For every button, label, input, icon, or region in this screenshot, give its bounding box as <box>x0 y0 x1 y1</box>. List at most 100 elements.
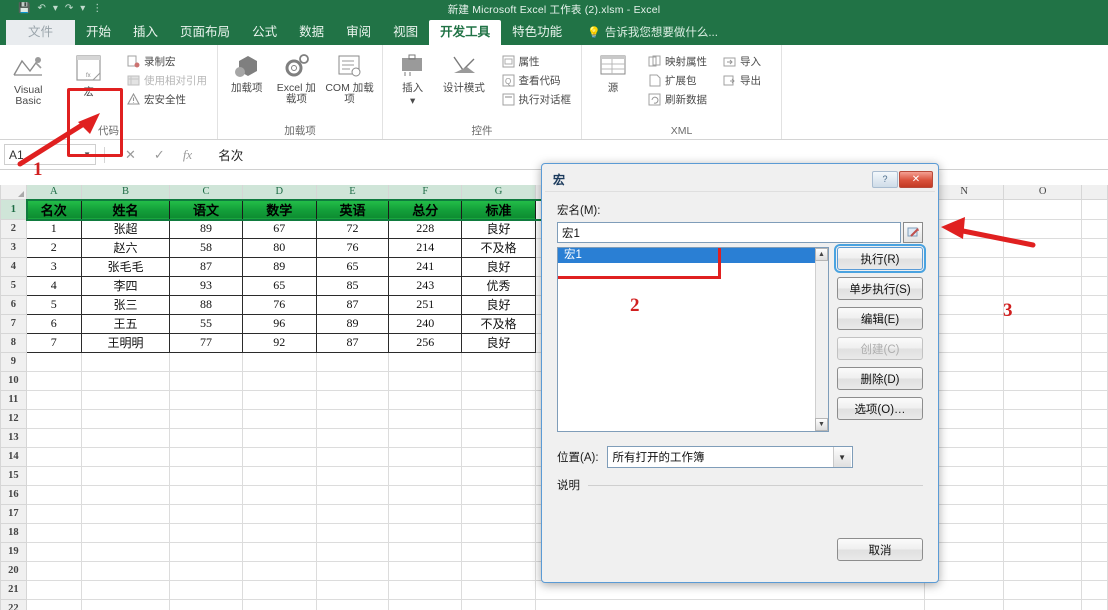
confirm-icon[interactable]: ✓ <box>154 147 165 163</box>
row-header-3[interactable]: 3 <box>0 237 27 258</box>
macro-picker-button[interactable] <box>903 222 923 243</box>
cell-b7[interactable]: 王五 <box>80 313 171 334</box>
cell-e16[interactable] <box>315 484 390 505</box>
cell-b1[interactable]: 姓名 <box>80 198 171 220</box>
cell-o18[interactable] <box>1002 522 1083 543</box>
run-button[interactable]: 执行(R) <box>834 244 926 273</box>
cell-f15[interactable] <box>388 465 463 486</box>
cell-o19[interactable] <box>1002 541 1083 562</box>
cell-f6[interactable]: 251 <box>388 294 463 315</box>
cell-g12[interactable] <box>461 408 536 429</box>
cell-c15[interactable] <box>169 465 243 486</box>
tab-developer[interactable]: 开发工具 <box>429 20 502 45</box>
cell-p3[interactable] <box>1081 237 1108 258</box>
help-icon[interactable]: ? <box>872 170 898 188</box>
cell-b18[interactable] <box>80 522 171 543</box>
cell-b11[interactable] <box>80 389 171 410</box>
cell-d1[interactable]: 数学 <box>241 198 317 220</box>
redo-icon[interactable]: ↷ <box>65 4 73 14</box>
close-icon[interactable]: ✕ <box>899 170 933 188</box>
cell-p17[interactable] <box>1081 503 1108 524</box>
cell-d16[interactable] <box>241 484 317 505</box>
cell-d14[interactable] <box>241 446 317 467</box>
cell-f10[interactable] <box>388 370 463 391</box>
cell-e18[interactable] <box>315 522 390 543</box>
cell-o16[interactable] <box>1002 484 1083 505</box>
cell-d7[interactable]: 96 <box>241 313 317 334</box>
macro-list-scrollbar[interactable]: ▲ ▼ <box>815 248 828 431</box>
cell-d5[interactable]: 65 <box>241 275 317 296</box>
cell-f13[interactable] <box>388 427 463 448</box>
cell-e10[interactable] <box>315 370 390 391</box>
cell-c1[interactable]: 语文 <box>169 198 243 220</box>
cell-g18[interactable] <box>461 522 536 543</box>
cell-a14[interactable] <box>25 446 82 467</box>
cell-c17[interactable] <box>169 503 243 524</box>
row-header-8[interactable]: 8 <box>0 332 27 353</box>
column-header-p[interactable] <box>1081 185 1108 200</box>
cell-c19[interactable] <box>169 541 243 562</box>
cell-a19[interactable] <box>25 541 82 562</box>
cell-e9[interactable] <box>315 351 390 372</box>
cell-c2[interactable]: 89 <box>169 218 243 239</box>
cell-f11[interactable] <box>388 389 463 410</box>
cell-f21[interactable] <box>388 579 463 600</box>
cell-o9[interactable] <box>1002 351 1083 372</box>
column-header-o[interactable]: O <box>1002 185 1083 200</box>
chevron-down-icon[interactable]: ▼ <box>832 447 851 467</box>
cell-f3[interactable]: 214 <box>388 237 463 258</box>
cell-b4[interactable]: 张毛毛 <box>80 256 171 277</box>
cell-d4[interactable]: 89 <box>241 256 317 277</box>
scroll-up-icon[interactable]: ▲ <box>815 248 828 261</box>
column-header-b[interactable]: B <box>80 185 171 200</box>
cell-a2[interactable]: 1 <box>25 218 82 239</box>
cell-g8[interactable]: 良好 <box>461 332 536 353</box>
cell-f18[interactable] <box>388 522 463 543</box>
step-into-button[interactable]: 单步执行(S) <box>837 277 923 300</box>
cell-e17[interactable] <box>315 503 390 524</box>
macro-dialog[interactable]: 宏 ? ✕ 宏名(M): 宏1 宏1 ▲ ▼ 执行(R) 单步执行(S) 编辑(… <box>541 163 939 583</box>
cell-o2[interactable] <box>1002 218 1083 239</box>
cell-e4[interactable]: 65 <box>315 256 390 277</box>
cell-b6[interactable]: 张三 <box>80 294 171 315</box>
select-all-corner[interactable] <box>0 185 27 200</box>
ribbon[interactable]: Visual Basic fx 宏 录制宏 使用相对引用 宏安全性 代码 加载项… <box>0 45 1108 157</box>
cell-p6[interactable] <box>1081 294 1108 315</box>
cell-g11[interactable] <box>461 389 536 410</box>
cell-f17[interactable] <box>388 503 463 524</box>
cell-c7[interactable]: 55 <box>169 313 243 334</box>
cell-o17[interactable] <box>1002 503 1083 524</box>
cell-f7[interactable]: 240 <box>388 313 463 334</box>
cell-c18[interactable] <box>169 522 243 543</box>
cell-e5[interactable]: 85 <box>315 275 390 296</box>
cell-a11[interactable] <box>25 389 82 410</box>
design-mode-button[interactable]: 设计模式 <box>438 50 489 97</box>
macro-list[interactable]: 宏1 ▲ ▼ <box>557 247 829 432</box>
cell-d21[interactable] <box>241 579 317 600</box>
tab-file[interactable]: 文件 <box>6 20 76 45</box>
tab-special-features[interactable]: 特色功能 <box>501 20 573 45</box>
row-header-21[interactable]: 21 <box>0 579 27 600</box>
cell-f1[interactable]: 总分 <box>388 198 463 220</box>
cell-o7[interactable] <box>1002 313 1083 334</box>
cell-o3[interactable] <box>1002 237 1083 258</box>
cell-p4[interactable] <box>1081 256 1108 277</box>
tab-data[interactable]: 数据 <box>288 20 335 45</box>
cell-a9[interactable] <box>25 351 82 372</box>
cell-a7[interactable]: 6 <box>25 313 82 334</box>
cell-g21[interactable] <box>461 579 536 600</box>
cell-g2[interactable]: 良好 <box>461 218 536 239</box>
cell-a3[interactable]: 2 <box>25 237 82 258</box>
cell-c22[interactable] <box>169 598 243 610</box>
cell-g9[interactable] <box>461 351 536 372</box>
cell-p13[interactable] <box>1081 427 1108 448</box>
cell-f19[interactable] <box>388 541 463 562</box>
insert-control-button[interactable]: 插入 ▾ <box>387 50 438 110</box>
cell-f2[interactable]: 228 <box>388 218 463 239</box>
cell-p11[interactable] <box>1081 389 1108 410</box>
cell-b10[interactable] <box>80 370 171 391</box>
cell-b15[interactable] <box>80 465 171 486</box>
cell-p16[interactable] <box>1081 484 1108 505</box>
tab-formulas[interactable]: 公式 <box>241 20 288 45</box>
cell-p14[interactable] <box>1081 446 1108 467</box>
